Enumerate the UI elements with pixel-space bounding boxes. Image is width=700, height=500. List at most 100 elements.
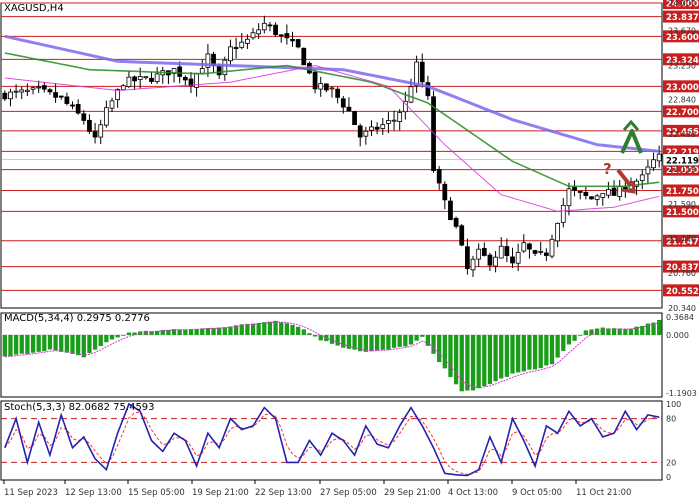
macd-histogram-bar <box>301 329 306 335</box>
candle-body <box>487 254 493 266</box>
stoch-tick-label: 100 <box>666 400 681 409</box>
candle-body <box>182 76 188 81</box>
time-tick-label: 9 Oct 05:00 <box>512 488 562 498</box>
stochastic-title: Stoch(5,3,3) 82.0682 75.4593 <box>4 402 155 413</box>
candle-body <box>70 104 75 107</box>
candle-body <box>8 91 13 100</box>
candle-body <box>256 29 262 35</box>
time-tick-label: 11 Sep 2023 <box>4 488 58 498</box>
macd-histogram-bar <box>341 334 346 348</box>
macd-histogram-bar <box>453 334 459 385</box>
macd-histogram-bar <box>459 334 464 392</box>
candle-body <box>335 88 341 98</box>
candle-body <box>132 76 137 82</box>
level-label: 20.552 <box>666 287 699 297</box>
time-tick-label: 19 Sep 21:00 <box>192 488 249 498</box>
candle-body <box>239 41 245 48</box>
macd-histogram-bar <box>510 334 515 374</box>
macd-histogram-bar <box>13 334 19 355</box>
macd-histogram-bar <box>465 334 470 391</box>
candle-body <box>577 191 583 193</box>
candle-body <box>216 65 222 76</box>
price-pane-frame <box>0 2 663 309</box>
macd-histogram-bar <box>369 334 374 352</box>
candle-body <box>448 200 453 221</box>
macd-histogram-bar <box>70 334 75 354</box>
macd-histogram-bar <box>121 334 126 336</box>
macd-histogram-bar <box>578 334 583 336</box>
candle-body <box>589 196 594 200</box>
macd-histogram-bar <box>47 334 53 350</box>
macd-histogram-bar <box>312 334 318 337</box>
candle-body <box>555 222 561 242</box>
candle-body <box>476 248 482 260</box>
macd-histogram-bar <box>296 326 301 335</box>
candle-body <box>36 86 42 89</box>
candle-body <box>363 130 369 137</box>
candle-body <box>2 92 8 100</box>
candle-body <box>137 76 143 80</box>
macd-histogram-bar <box>262 322 267 335</box>
candle-body <box>611 187 617 196</box>
macd-histogram-bar <box>499 334 504 379</box>
candle-body <box>442 183 448 201</box>
chart-canvas[interactable]: 24.00023.83723.60023.32423.00022.70022.4… <box>0 0 700 500</box>
macd-pane-frame <box>0 312 663 398</box>
candle-body <box>594 195 600 200</box>
macd-histogram-bar <box>561 334 566 351</box>
level-label: 22.700 <box>666 108 699 118</box>
macd-histogram-bar <box>104 334 109 343</box>
candle-body <box>154 73 160 82</box>
candle-body <box>103 107 109 126</box>
candle-body <box>120 85 126 91</box>
macd-histogram-bar <box>126 332 132 335</box>
candle-body <box>510 256 515 264</box>
up-arrowhead-icon <box>622 119 640 131</box>
macd-histogram-bar <box>617 328 622 335</box>
candle-body <box>13 90 19 93</box>
macd-histogram-bar <box>380 334 385 350</box>
candle-body <box>323 83 329 91</box>
macd-histogram-bar <box>657 319 662 335</box>
stoch-tick-label: 0 <box>666 473 671 482</box>
macd-tick-label: 0.3684 <box>666 313 694 322</box>
candle-body <box>273 24 278 36</box>
macd-histogram-bar <box>504 334 510 377</box>
macd-histogram-bar <box>36 334 41 352</box>
price-tick-label: 24.000 <box>668 0 696 8</box>
macd-histogram-bar <box>403 334 408 347</box>
price-tick-label: 20.340 <box>668 304 696 313</box>
candle-body <box>75 104 81 114</box>
candle-body <box>453 217 459 227</box>
level-label: 21.750 <box>666 187 699 197</box>
forecast-question-mark: ? <box>603 160 612 178</box>
candle-body <box>267 24 273 27</box>
price-tick-label: 23.250 <box>668 62 696 71</box>
macd-histogram-bar <box>53 334 58 351</box>
macd-histogram-bar <box>442 334 447 369</box>
candle-body <box>543 252 549 256</box>
macd-histogram-bar <box>470 334 476 391</box>
macd-histogram-bar <box>623 329 628 335</box>
candle-body <box>606 189 611 196</box>
candle-body <box>87 119 92 132</box>
macd-histogram-bar <box>2 334 7 357</box>
stoch-tick-label: 80 <box>666 415 676 424</box>
macd-histogram-bar <box>346 334 352 349</box>
candle-body <box>98 124 104 138</box>
macd-histogram-bar <box>397 334 402 347</box>
macd-histogram-bar <box>482 334 487 387</box>
macd-histogram-bar <box>420 334 425 337</box>
macd-histogram-bar <box>386 334 391 350</box>
time-tick-label: 22 Sep 13:00 <box>255 488 312 498</box>
time-tick-label: 11 Oct 21:00 <box>576 488 631 498</box>
candle-body <box>318 83 324 90</box>
macd-histogram-bar <box>538 334 543 369</box>
candle-body <box>357 125 363 138</box>
macd-histogram-bar <box>98 334 103 347</box>
moving-average-medium-line <box>4 52 660 188</box>
candle-body <box>261 22 267 31</box>
time-tick-label: 12 Sep 13:00 <box>65 488 122 498</box>
candle-body <box>493 256 498 267</box>
macd-histogram-bar <box>374 334 380 351</box>
